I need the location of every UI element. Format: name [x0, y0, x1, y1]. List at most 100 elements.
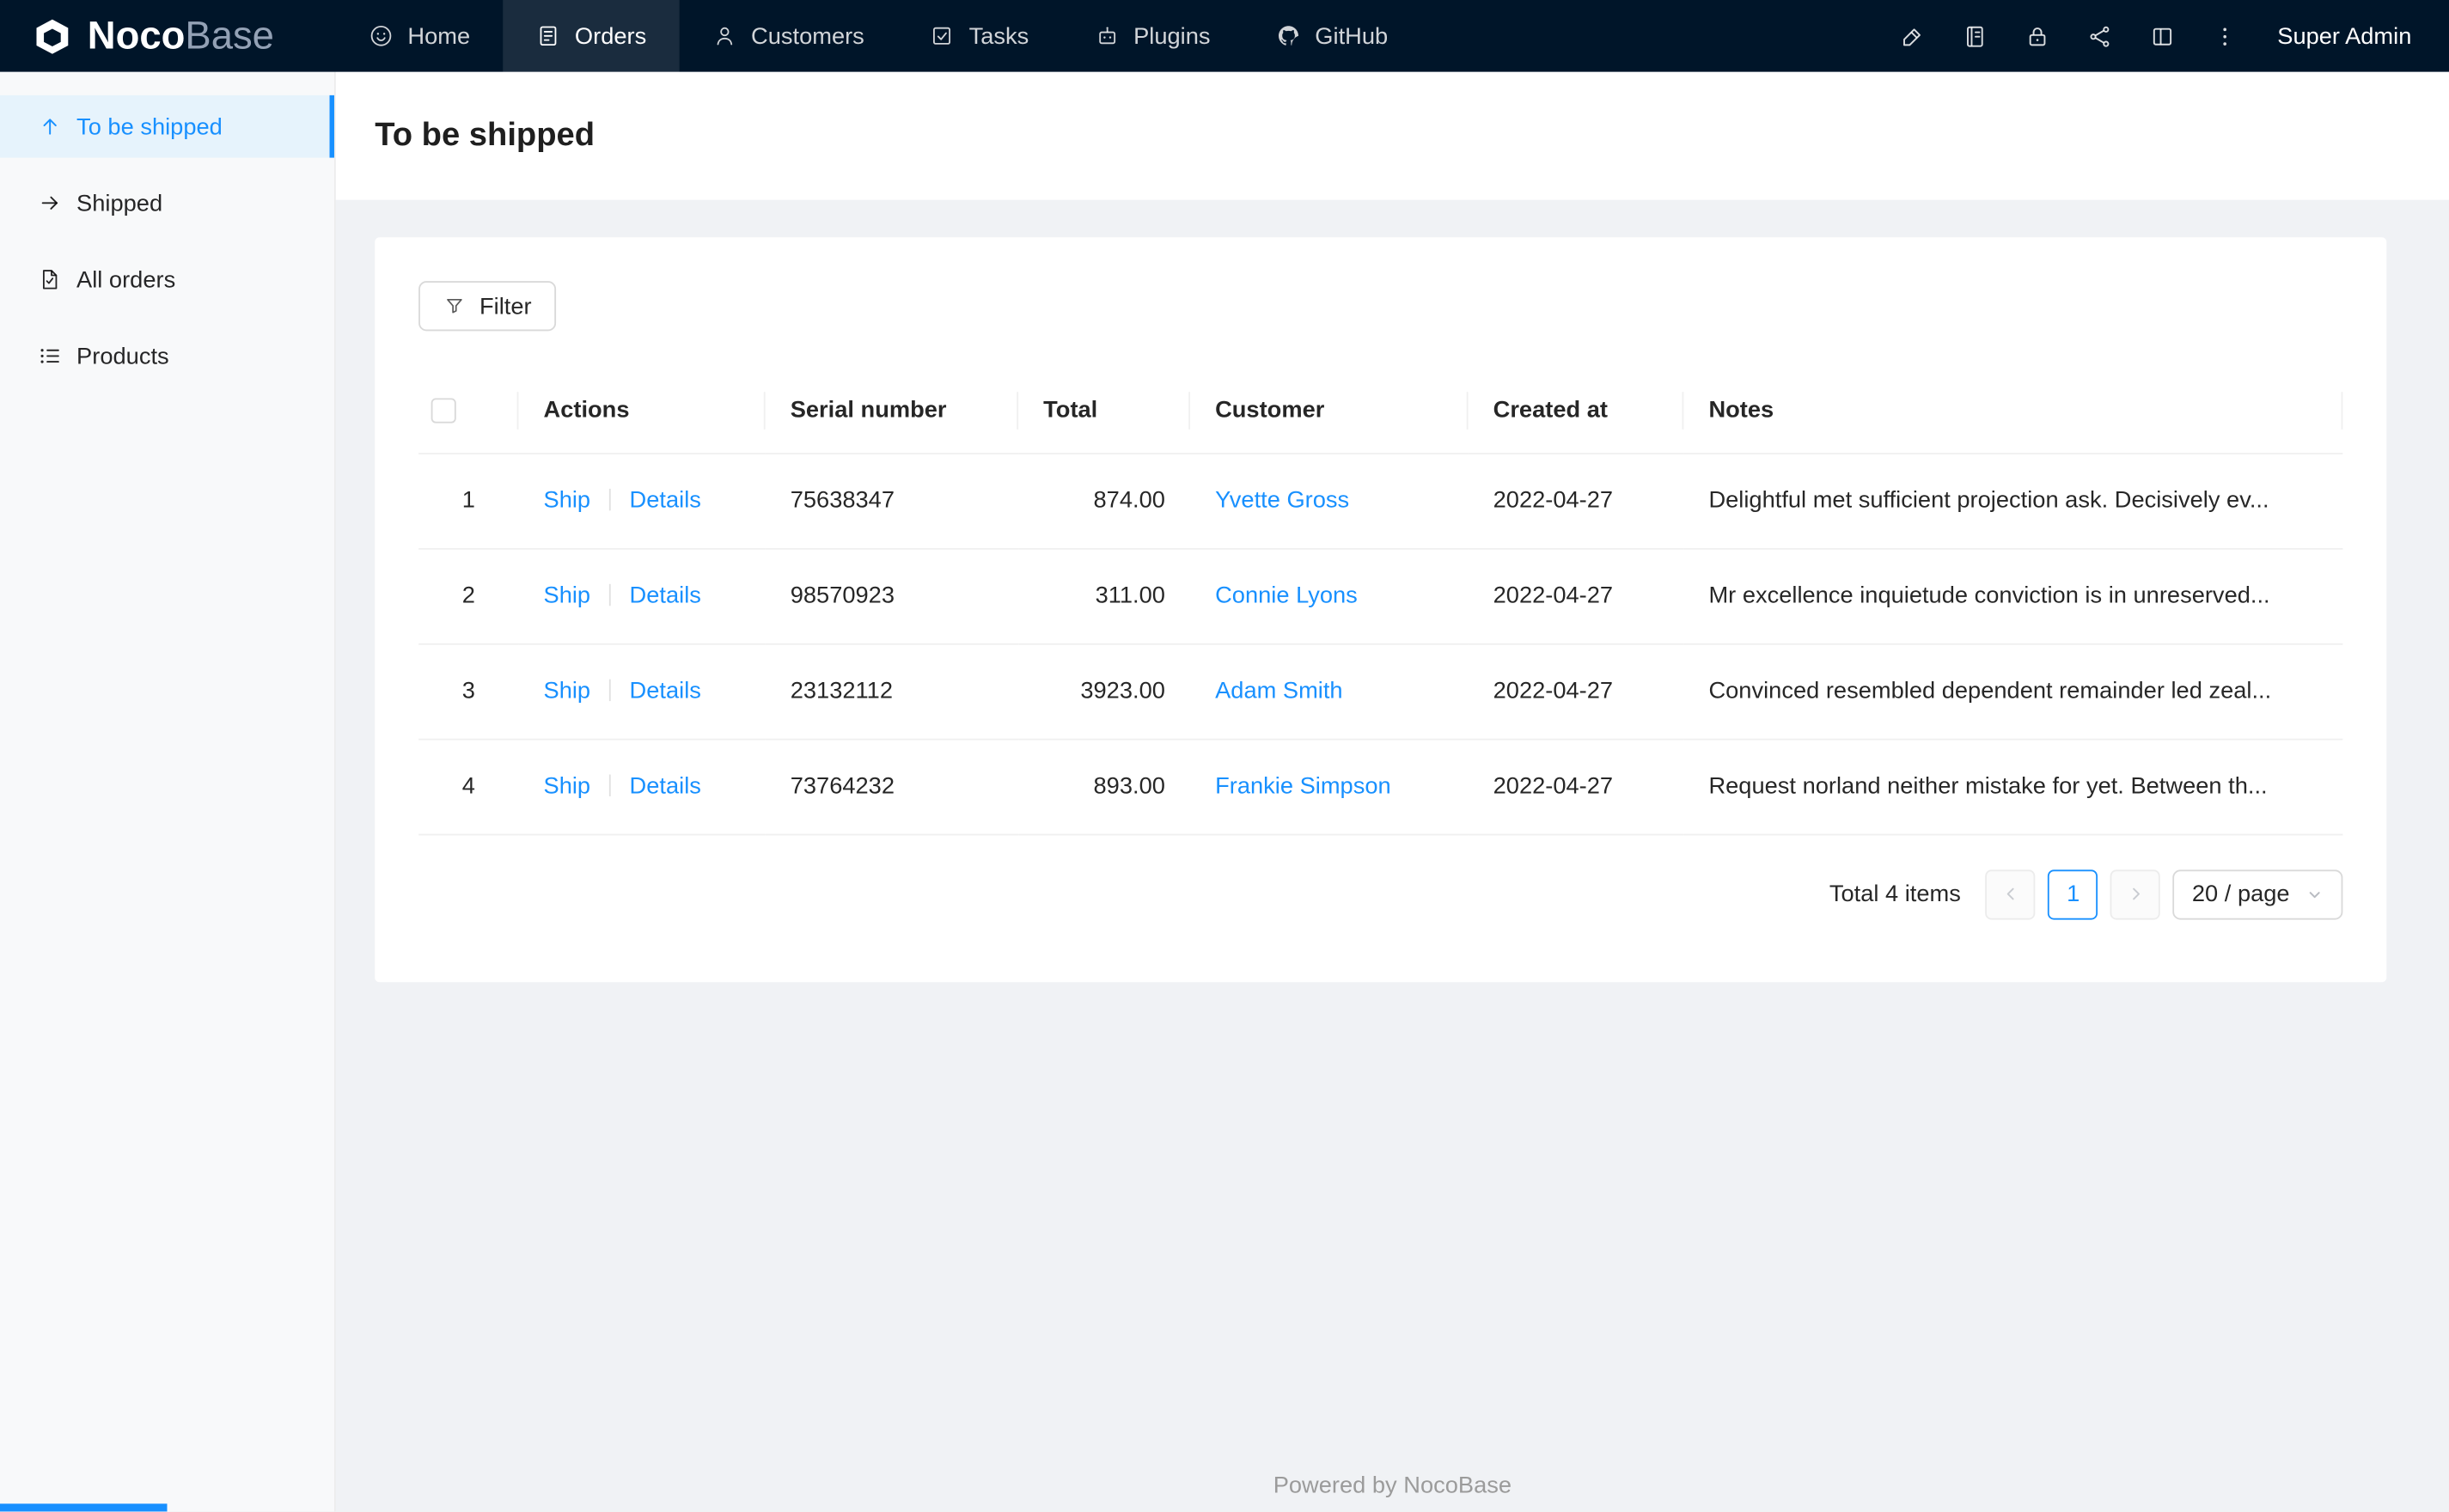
serial-number-cell: 75638347 — [765, 453, 1019, 549]
ship-link[interactable]: Ship — [544, 773, 591, 800]
customer-link[interactable]: Frankie Simpson — [1215, 773, 1391, 800]
ship-link[interactable]: Ship — [544, 582, 591, 609]
sidebar-item-label: All orders — [76, 265, 176, 293]
row-index-cell: 1 — [418, 453, 519, 549]
column-header-serial-number: Serial number — [765, 368, 1019, 454]
notes-cell: Mr excellence inquietude conviction is i… — [1683, 547, 2343, 644]
robot-icon — [1098, 27, 1115, 45]
ship-link[interactable]: Ship — [544, 678, 591, 704]
more-vertical-icon[interactable] — [2193, 0, 2256, 72]
nav-item-customers[interactable]: Customers — [679, 0, 897, 72]
column-header-actions: Actions — [518, 368, 766, 454]
table-row[interactable]: 2 Ship Details 98570923 311.00 Connie Lyo… — [418, 547, 2343, 644]
ship-link[interactable]: Ship — [544, 487, 591, 514]
highlighter-icon[interactable] — [1881, 0, 1944, 72]
logo-text-base: Base — [185, 13, 274, 58]
nav-item-label: Home — [407, 22, 471, 50]
pagination-total: Total 4 items — [1829, 881, 1961, 908]
nav-item-tasks[interactable]: Tasks — [897, 0, 1061, 72]
column-header-notes: Notes — [1683, 368, 2343, 454]
nav-item-github[interactable]: GitHub — [1243, 0, 1421, 72]
table-row[interactable]: 1 Ship Details 75638347 874.00 Yvette Gro… — [418, 453, 2343, 549]
details-link[interactable]: Details — [630, 487, 701, 514]
nav-item-label: Orders — [574, 22, 647, 50]
select-all-checkbox[interactable] — [431, 398, 456, 424]
filter-button-label: Filter — [479, 292, 532, 320]
notebook-icon[interactable] — [1943, 0, 2006, 72]
sidebar-item-all-orders[interactable]: All orders — [0, 248, 334, 311]
details-link[interactable]: Details — [630, 678, 701, 704]
total-cell: 874.00 — [1018, 453, 1191, 549]
orders-card: Filter Actions Serial number Total Custo… — [375, 237, 2387, 982]
user-menu[interactable]: Super Admin — [2256, 22, 2411, 49]
arrow-right-icon — [41, 196, 58, 210]
main-area: To be shipped Filter Actions Serial numb… — [335, 71, 2449, 1512]
file-check-icon — [42, 270, 58, 290]
row-actions-cell: Ship Details — [518, 547, 766, 644]
chevron-down-icon — [2309, 891, 2320, 898]
sidebar-item-label: Shipped — [76, 189, 163, 216]
filter-icon — [447, 298, 462, 314]
row-index: 1 — [461, 487, 475, 514]
topbar: NocoBase Home Orders Customers Tasks Plu… — [0, 0, 2449, 72]
serial-number-cell: 98570923 — [765, 547, 1019, 644]
powered-by-footer: Powered by NocoBase — [1273, 1472, 1512, 1499]
page-title: To be shipped — [375, 117, 595, 154]
page-header: To be shipped — [335, 71, 2449, 200]
pagination-prev-button[interactable] — [1985, 869, 2037, 919]
nocobase-logo[interactable]: NocoBase — [0, 0, 336, 72]
created-at-cell: 2022-04-27 — [1468, 453, 1684, 549]
customer-link[interactable]: Adam Smith — [1215, 678, 1343, 704]
list-icon — [40, 349, 59, 363]
top-navigation: Home Orders Customers Tasks Plugins GitH… — [336, 0, 1421, 72]
table-body: 1 Ship Details 75638347 874.00 Yvette Gro… — [418, 453, 2343, 835]
page-size-select[interactable]: 20 / page — [2173, 869, 2343, 919]
split-panel-icon[interactable] — [2130, 0, 2193, 72]
customer-link[interactable]: Yvette Gross — [1215, 487, 1349, 514]
github-icon — [1278, 26, 1298, 46]
nav-item-home[interactable]: Home — [336, 0, 504, 72]
column-header-total: Total — [1018, 368, 1191, 454]
column-header-customer: Customer — [1190, 368, 1469, 454]
orders-file-icon — [540, 26, 557, 46]
row-index: 4 — [461, 772, 475, 800]
chevron-right-icon — [2133, 887, 2140, 900]
details-link[interactable]: Details — [630, 582, 701, 609]
serial-number-cell: 23132112 — [765, 643, 1019, 740]
pagination-next-button[interactable] — [2110, 869, 2161, 919]
serial-number-cell: 73764232 — [765, 738, 1019, 835]
sidebar-item-to-be-shipped[interactable]: To be shipped — [0, 94, 334, 158]
check-square-icon — [933, 27, 951, 45]
logo-text-noco: Noco — [87, 13, 186, 58]
nav-item-orders[interactable]: Orders — [503, 0, 680, 72]
sidebar-item-products[interactable]: Products — [0, 325, 334, 387]
filter-button[interactable]: Filter — [418, 281, 557, 332]
arrow-up-icon — [43, 119, 57, 135]
notes-cell: Delightful met sufficient projection ask… — [1683, 453, 2343, 549]
pagination-page-1[interactable]: 1 — [2048, 869, 2098, 919]
row-actions-cell: Ship Details — [518, 453, 766, 549]
customer-cell: Adam Smith — [1190, 643, 1469, 740]
sidebar: To be shipped Shipped All orders Product… — [0, 71, 336, 1512]
share-nodes-icon[interactable] — [2068, 0, 2131, 72]
created-at-cell: 2022-04-27 — [1468, 643, 1684, 740]
topbar-actions: Super Admin — [1881, 0, 2449, 72]
created-at-cell: 2022-04-27 — [1468, 738, 1684, 835]
sidebar-item-label: To be shipped — [76, 113, 223, 140]
sidebar-item-shipped[interactable]: Shipped — [0, 172, 334, 235]
user-icon — [717, 27, 732, 46]
details-link[interactable]: Details — [630, 773, 701, 800]
lock-icon[interactable] — [2006, 0, 2068, 72]
chevron-left-icon — [2006, 887, 2014, 900]
total-cell: 893.00 — [1018, 738, 1191, 835]
pagination: Total 4 items 1 20 / page — [418, 869, 2343, 919]
action-divider — [608, 679, 611, 702]
nav-item-label: Tasks — [968, 22, 1029, 50]
action-divider — [608, 583, 611, 607]
table-header: Actions Serial number Total Customer Cre… — [418, 368, 2343, 454]
smile-icon — [370, 25, 392, 46]
nav-item-plugins[interactable]: Plugins — [1061, 0, 1243, 72]
table-row[interactable]: 3 Ship Details 23132112 3923.00 Adam Smit… — [418, 643, 2343, 740]
table-row[interactable]: 4 Ship Details 73764232 893.00 Frankie Si… — [418, 738, 2343, 835]
customer-link[interactable]: Connie Lyons — [1215, 582, 1358, 609]
